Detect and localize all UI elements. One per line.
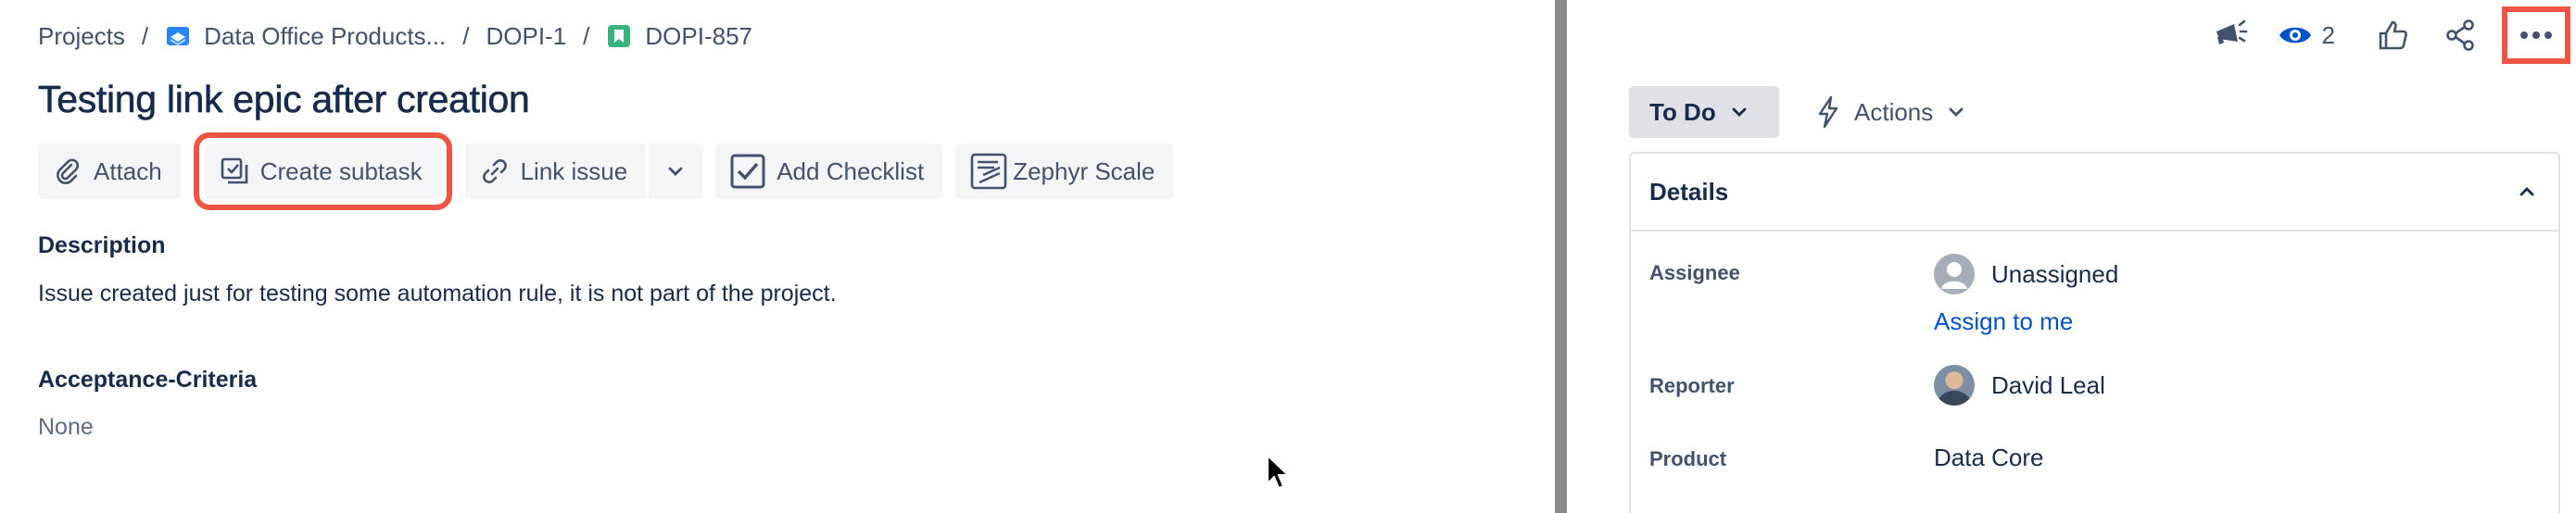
chevron-down-icon (1949, 107, 1964, 117)
breadcrumb-projects[interactable]: Projects (38, 22, 125, 51)
share-button[interactable] (2435, 10, 2485, 60)
checklist-icon (730, 154, 765, 189)
breadcrumb-separator: / (141, 21, 149, 50)
pane-resize-handle[interactable] (1555, 0, 1567, 513)
zephyr-icon (970, 153, 1007, 190)
link-issue-label: Link issue (520, 156, 628, 185)
watch-button[interactable]: 2 (2278, 21, 2335, 50)
thumbs-up-icon (2379, 20, 2407, 50)
assignee-name: Unassigned (1991, 259, 2119, 288)
breadcrumb-separator: / (583, 21, 590, 50)
assignee-value[interactable]: Unassigned (1934, 254, 2118, 294)
link-issue-button[interactable]: Link issue (464, 144, 647, 199)
issue-toolbar: Attach Create subtask Link issue Add Che… (38, 132, 1186, 210)
status-dropdown[interactable]: To Do (1629, 86, 1779, 138)
project-icon (167, 27, 190, 46)
breadcrumb-parent-issue[interactable]: DOPI-1 (486, 22, 566, 51)
attach-label: Attach (94, 156, 162, 185)
chevron-down-icon (1732, 107, 1747, 117)
assign-to-me-link[interactable]: Assign to me (1934, 307, 2073, 336)
assignee-label: Assignee (1649, 261, 1740, 284)
share-icon (2446, 19, 2474, 51)
subtask-icon (220, 156, 249, 186)
paperclip-icon (53, 156, 82, 186)
acceptance-criteria-label: Acceptance-Criteria (38, 367, 258, 393)
user-icon (1941, 262, 1967, 289)
breadcrumb-separator: / (462, 21, 470, 50)
chevron-up-icon (2519, 187, 2534, 196)
add-checklist-label: Add Checklist (777, 156, 925, 185)
megaphone-icon (2216, 19, 2247, 44)
breadcrumb: Projects / Data Office Products... / DOP… (38, 20, 752, 52)
mouse-cursor-icon (1267, 454, 1290, 490)
breadcrumb-project[interactable]: Data Office Products... (165, 22, 446, 51)
issue-top-actions: 2 (2189, 0, 2576, 70)
chevron-down-icon (668, 167, 683, 176)
details-title: Details (1649, 177, 1729, 206)
vote-button[interactable] (2368, 10, 2418, 60)
zephyr-scale-label: Zephyr Scale (1013, 156, 1155, 185)
zephyr-scale-button[interactable]: Zephyr Scale (955, 144, 1174, 199)
create-subtask-button[interactable]: Create subtask (193, 132, 452, 210)
issue-title[interactable]: Testing link epic after creation (38, 78, 530, 121)
lightning-icon (1818, 95, 1838, 129)
link-issue-dropdown[interactable] (649, 144, 703, 199)
actions-dropdown[interactable]: Actions (1815, 86, 1964, 138)
acceptance-criteria-value[interactable]: None (38, 414, 94, 441)
reporter-label: Reporter (1649, 374, 1735, 397)
feedback-button[interactable] (2205, 10, 2255, 60)
description-text[interactable]: Issue created just for testing some auto… (38, 281, 837, 307)
create-subtask-label: Create subtask (259, 156, 423, 185)
product-value[interactable]: Data Core (1934, 444, 2044, 472)
more-actions-button[interactable] (2502, 6, 2570, 64)
eye-icon (2279, 27, 2311, 44)
add-checklist-button[interactable]: Add Checklist (715, 144, 943, 199)
status-label: To Do (1649, 97, 1716, 126)
details-header[interactable]: Details (1631, 154, 2558, 231)
issue-main-pane: Projects / Data Office Products... / DOP… (0, 0, 1555, 513)
actions-label: Actions (1854, 97, 1934, 126)
link-issue-group: Link issue (464, 144, 703, 199)
breadcrumb-current-issue[interactable]: DOPI-857 (606, 22, 752, 51)
breadcrumb-current-label: DOPI-857 (645, 21, 753, 50)
watch-count: 2 (2321, 20, 2335, 49)
reporter-name: David Leal (1991, 370, 2105, 399)
breadcrumb-project-label: Data Office Products... (204, 21, 447, 50)
issue-side-pane: 2 To Do Actions Details Assignee Unassig… (1567, 0, 2576, 513)
attach-button[interactable]: Attach (38, 144, 181, 199)
details-panel: Details Assignee Unassigned Assign to me… (1629, 152, 2560, 513)
more-horizontal-icon (2520, 31, 2552, 39)
product-label: Product (1649, 447, 1727, 470)
description-label: Description (38, 232, 166, 258)
avatar (1934, 365, 1975, 406)
link-icon (480, 156, 510, 186)
avatar (1934, 254, 1975, 294)
reporter-value[interactable]: David Leal (1934, 365, 2105, 406)
story-icon (608, 25, 631, 47)
